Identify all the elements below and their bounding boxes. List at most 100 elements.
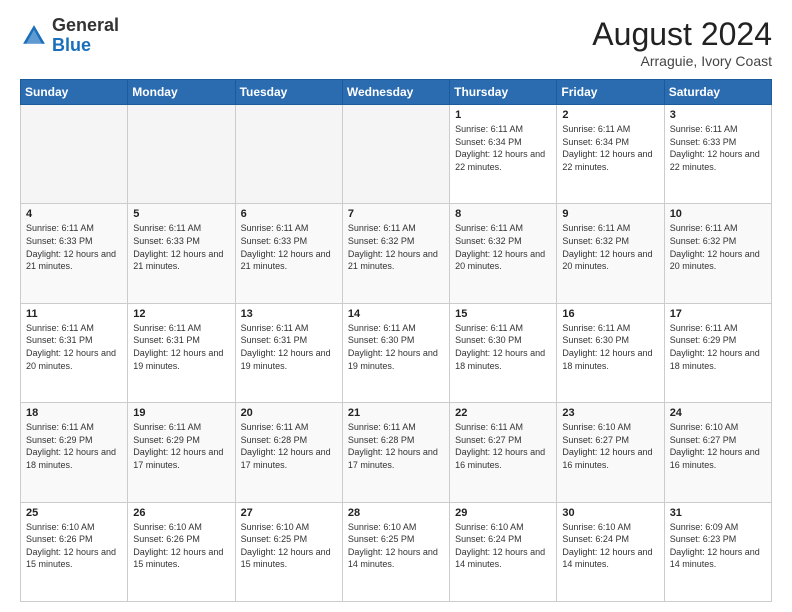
calendar-header-sunday: Sunday [21,80,128,105]
day-info: Sunrise: 6:10 AMSunset: 6:27 PMDaylight:… [562,421,658,471]
calendar-cell-11: 11 Sunrise: 6:11 AMSunset: 6:31 PMDayligh… [21,303,128,402]
day-number: 26 [133,507,229,519]
day-number: 14 [348,308,444,320]
calendar-header-tuesday: Tuesday [235,80,342,105]
day-info: Sunrise: 6:11 AMSunset: 6:30 PMDaylight:… [455,322,551,372]
day-number: 20 [241,407,337,419]
calendar-cell-2: 2Sunrise: 6:11 AMSunset: 6:34 PMDaylight… [557,105,664,204]
day-info: Sunrise: 6:11 AMSunset: 6:33 PMDaylight:… [26,222,122,272]
day-number: 25 [26,507,122,519]
day-number: 12 [133,308,229,320]
day-info: Sunrise: 6:11 AMSunset: 6:28 PMDaylight:… [348,421,444,471]
day-info: Sunrise: 6:11 AMSunset: 6:31 PMDaylight:… [133,322,229,372]
calendar-header-monday: Monday [128,80,235,105]
calendar-cell-4: 4Sunrise: 6:11 AMSunset: 6:33 PMDaylight… [21,204,128,303]
calendar-header-friday: Friday [557,80,664,105]
calendar-cell-25: 25Sunrise: 6:10 AMSunset: 6:26 PMDayligh… [21,502,128,601]
day-info: Sunrise: 6:11 AMSunset: 6:29 PMDaylight:… [133,421,229,471]
calendar-cell-12: 12 Sunrise: 6:11 AMSunset: 6:31 PMDayligh… [128,303,235,402]
calendar-cell-29: 29 Sunrise: 6:10 AMSunset: 6:24 PMDayligh… [450,502,557,601]
day-number: 7 [348,208,444,220]
day-info: Sunrise: 6:11 AMSunset: 6:32 PMDaylight:… [670,222,766,272]
calendar-cell-23: 23 Sunrise: 6:10 AMSunset: 6:27 PMDayligh… [557,403,664,502]
day-number: 3 [670,109,766,121]
day-info: Sunrise: 6:11 AMSunset: 6:30 PMDaylight:… [562,322,658,372]
calendar-cell-15: 15 Sunrise: 6:11 AMSunset: 6:30 PMDayligh… [450,303,557,402]
day-info: Sunrise: 6:11 AMSunset: 6:32 PMDaylight:… [455,222,551,272]
day-number: 29 [455,507,551,519]
day-number: 19 [133,407,229,419]
calendar-cell-31: 31 Sunrise: 6:09 AMSunset: 6:23 PMDayligh… [664,502,771,601]
calendar-week-3: 18 Sunrise: 6:11 AMSunset: 6:29 PMDayligh… [21,403,772,502]
calendar-cell-13: 13Sunrise: 6:11 AMSunset: 6:31 PMDayligh… [235,303,342,402]
logo-blue: Blue [52,35,91,55]
day-number: 17 [670,308,766,320]
calendar-header-thursday: Thursday [450,80,557,105]
day-info: Sunrise: 6:11 AMSunset: 6:29 PMDaylight:… [670,322,766,372]
calendar-cell-6: 6Sunrise: 6:11 AMSunset: 6:33 PMDaylight… [235,204,342,303]
calendar-cell-19: 19 Sunrise: 6:11 AMSunset: 6:29 PMDayligh… [128,403,235,502]
day-number: 18 [26,407,122,419]
calendar-cell-8: 8Sunrise: 6:11 AMSunset: 6:32 PMDaylight… [450,204,557,303]
day-info: Sunrise: 6:11 AMSunset: 6:33 PMDaylight:… [670,123,766,173]
calendar-table: SundayMondayTuesdayWednesdayThursdayFrid… [20,79,772,602]
logo: General Blue [20,16,119,56]
calendar-header-row: SundayMondayTuesdayWednesdayThursdayFrid… [21,80,772,105]
calendar-cell-5: 5 Sunrise: 6:11 AMSunset: 6:33 PMDaylight… [128,204,235,303]
calendar-cell-20: 20 Sunrise: 6:11 AMSunset: 6:28 PMDayligh… [235,403,342,502]
calendar-header-wednesday: Wednesday [342,80,449,105]
calendar-week-1: 4Sunrise: 6:11 AMSunset: 6:33 PMDaylight… [21,204,772,303]
calendar-cell-1: 1Sunrise: 6:11 AMSunset: 6:34 PMDaylight… [450,105,557,204]
day-info: Sunrise: 6:10 AMSunset: 6:25 PMDaylight:… [348,521,444,571]
day-number: 31 [670,507,766,519]
calendar-cell-26: 26 Sunrise: 6:10 AMSunset: 6:26 PMDayligh… [128,502,235,601]
calendar-cell-24: 24Sunrise: 6:10 AMSunset: 6:27 PMDayligh… [664,403,771,502]
calendar-cell-22: 22 Sunrise: 6:11 AMSunset: 6:27 PMDayligh… [450,403,557,502]
day-number: 27 [241,507,337,519]
day-info: Sunrise: 6:10 AMSunset: 6:26 PMDaylight:… [133,521,229,571]
day-number: 28 [348,507,444,519]
calendar-cell-28: 28 Sunrise: 6:10 AMSunset: 6:25 PMDayligh… [342,502,449,601]
day-info: Sunrise: 6:11 AMSunset: 6:33 PMDaylight:… [133,222,229,272]
day-info: Sunrise: 6:10 AMSunset: 6:24 PMDaylight:… [455,521,551,571]
calendar-cell-14: 14 Sunrise: 6:11 AMSunset: 6:30 PMDayligh… [342,303,449,402]
day-info: Sunrise: 6:11 AMSunset: 6:32 PMDaylight:… [562,222,658,272]
calendar-week-4: 25 Sunrise: 6:10 AMSunset: 6:26 PMDayligh… [21,502,772,601]
day-info: Sunrise: 6:11 AMSunset: 6:27 PMDaylight:… [455,421,551,471]
day-number: 13 [241,308,337,320]
day-number: 22 [455,407,551,419]
day-number: 2 [562,109,658,121]
day-info: Sunrise: 6:10 AMSunset: 6:24 PMDaylight:… [562,521,658,571]
day-number: 15 [455,308,551,320]
calendar-cell-27: 27 Sunrise: 6:10 AMSunset: 6:25 PMDayligh… [235,502,342,601]
logo-general: General [52,15,119,35]
day-number: 9 [562,208,658,220]
calendar-cell-10: 10Sunrise: 6:11 AMSunset: 6:32 PMDayligh… [664,204,771,303]
calendar-cell-empty [342,105,449,204]
header: General Blue August 2024 Arraguie, Ivory… [20,16,772,69]
day-info: Sunrise: 6:11 AMSunset: 6:28 PMDaylight:… [241,421,337,471]
day-info: Sunrise: 6:09 AMSunset: 6:23 PMDaylight:… [670,521,766,571]
calendar-cell-21: 21Sunrise: 6:11 AMSunset: 6:28 PMDayligh… [342,403,449,502]
day-info: Sunrise: 6:11 AMSunset: 6:31 PMDaylight:… [26,322,122,372]
day-number: 11 [26,308,122,320]
calendar-cell-7: 7 Sunrise: 6:11 AMSunset: 6:32 PMDaylight… [342,204,449,303]
day-info: Sunrise: 6:11 AMSunset: 6:30 PMDaylight:… [348,322,444,372]
calendar-header-saturday: Saturday [664,80,771,105]
calendar-week-2: 11 Sunrise: 6:11 AMSunset: 6:31 PMDayligh… [21,303,772,402]
logo-text: General Blue [52,16,119,56]
calendar-cell-16: 16Sunrise: 6:11 AMSunset: 6:30 PMDayligh… [557,303,664,402]
calendar-cell-30: 30Sunrise: 6:10 AMSunset: 6:24 PMDayligh… [557,502,664,601]
calendar-cell-empty [21,105,128,204]
title-block: August 2024 Arraguie, Ivory Coast [592,16,772,69]
day-info: Sunrise: 6:10 AMSunset: 6:25 PMDaylight:… [241,521,337,571]
calendar-cell-17: 17 Sunrise: 6:11 AMSunset: 6:29 PMDayligh… [664,303,771,402]
day-info: Sunrise: 6:11 AMSunset: 6:32 PMDaylight:… [348,222,444,272]
main-title: August 2024 [592,16,772,53]
day-number: 5 [133,208,229,220]
day-number: 24 [670,407,766,419]
day-info: Sunrise: 6:11 AMSunset: 6:29 PMDaylight:… [26,421,122,471]
calendar-cell-18: 18 Sunrise: 6:11 AMSunset: 6:29 PMDayligh… [21,403,128,502]
day-number: 23 [562,407,658,419]
calendar-cell-empty [235,105,342,204]
